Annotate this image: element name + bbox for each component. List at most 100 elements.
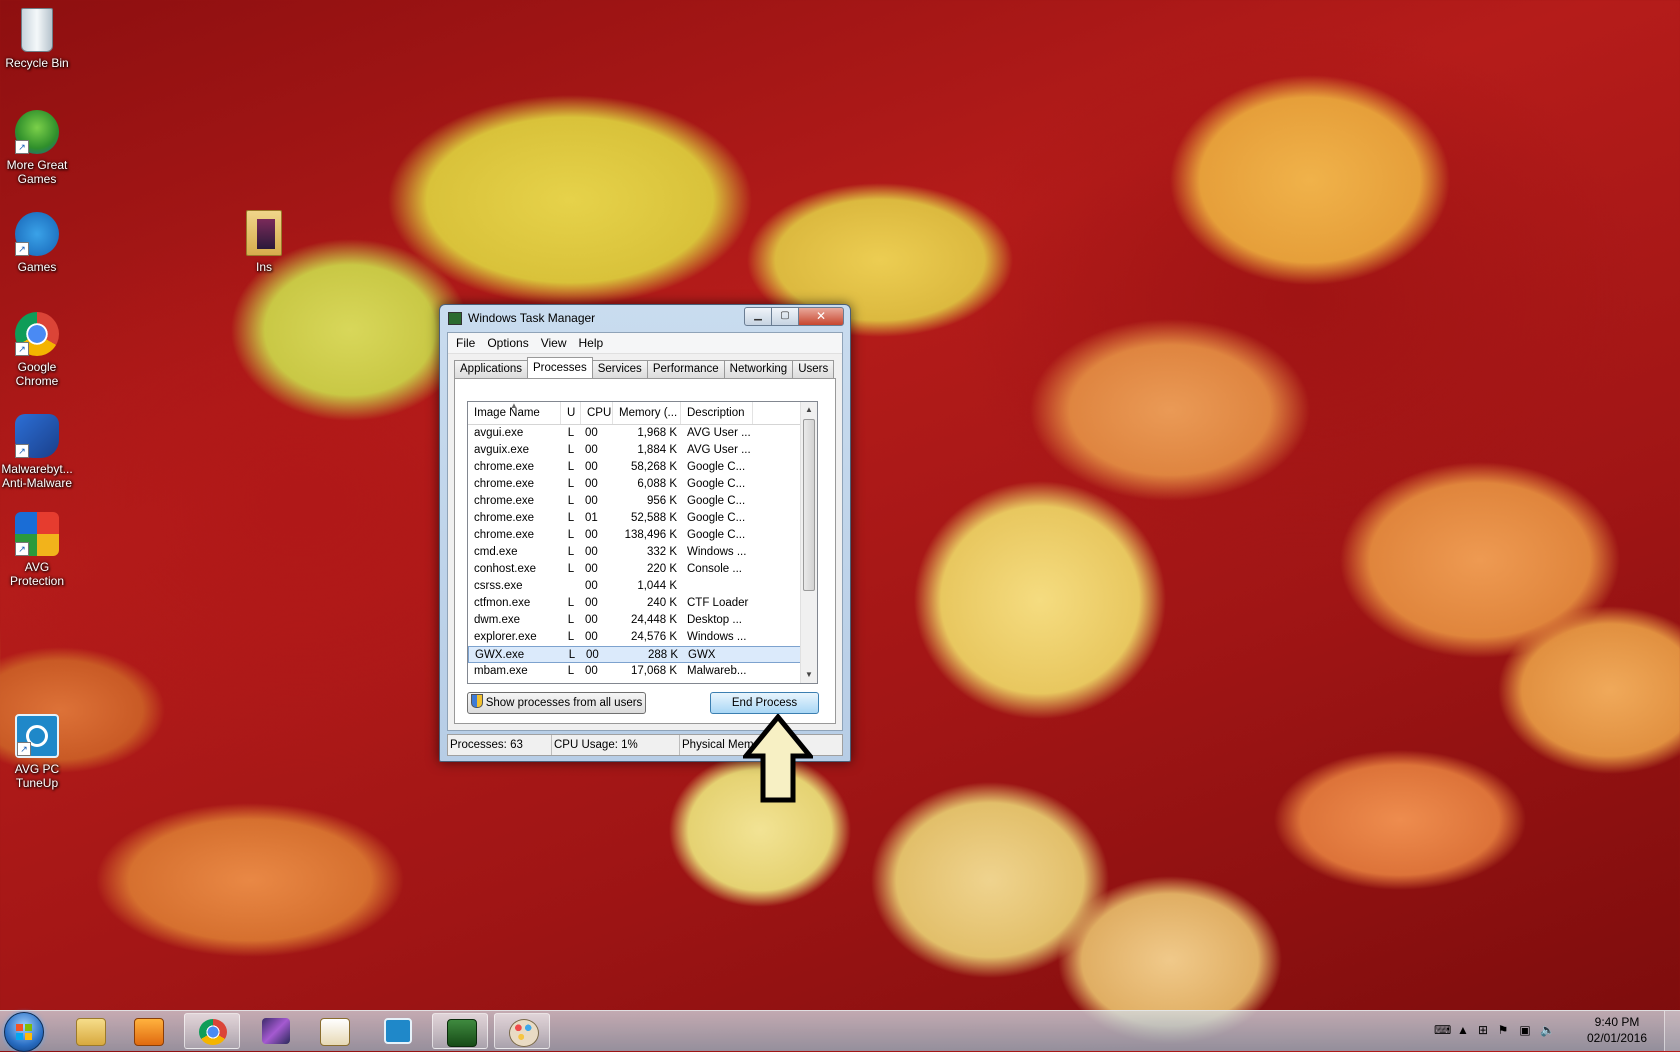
desktop-icon-recycle-bin[interactable]: Recycle Bin	[0, 8, 77, 70]
menu-options[interactable]: Options	[481, 333, 534, 353]
minimize-button[interactable]: ▁	[744, 307, 772, 326]
desktop-icon-malwarebytes[interactable]: ↗ Malwarebyt... Anti-Malware	[0, 414, 77, 490]
tab-services[interactable]: Services	[591, 360, 648, 378]
desktop-icon-ins-folder[interactable]: Ins	[224, 210, 304, 274]
clock[interactable]: 9:40 PM 02/01/2016	[1582, 1014, 1652, 1046]
desktop-icon-more-great-games[interactable]: ↗ More Great Games	[0, 110, 77, 186]
column-user[interactable]: U	[561, 402, 581, 424]
column-description[interactable]: Description	[681, 402, 753, 424]
desktop-icon-google-chrome[interactable]: ↗ Google Chrome	[0, 312, 77, 388]
end-process-button[interactable]: End Process	[710, 692, 819, 714]
table-row[interactable]: chrome.exe L 00 138,496 K Google C...	[468, 527, 801, 544]
action-center-flag-icon[interactable]: ⚑	[1496, 1023, 1510, 1037]
table-row[interactable]: mbam.exe L 00 17,068 K Malwareb...	[468, 663, 801, 680]
desktop-icon-avg-pc-tuneup[interactable]: ↗ AVG PC TuneUp	[0, 714, 77, 790]
table-row[interactable]: avgui.exe L 00 1,968 K AVG User ...	[468, 425, 801, 442]
task-manager-window[interactable]: Windows Task Manager ▁ ▢ ✕ File Options …	[439, 304, 851, 762]
tab-applications[interactable]: Applications	[454, 360, 529, 378]
column-image-name[interactable]: ▲ Image Name	[468, 402, 561, 424]
table-row[interactable]: chrome.exe L 00 956 K Google C...	[468, 493, 801, 510]
table-row[interactable]: chrome.exe L 01 52,588 K Google C...	[468, 510, 801, 527]
process-description: Desktop ...	[687, 614, 742, 626]
show-hidden-icons-icon[interactable]: ▲	[1456, 1023, 1470, 1037]
taskbar-solitaire[interactable]	[306, 1013, 362, 1049]
table-row[interactable]: ctfmon.exe L 00 240 K CTF Loader	[468, 595, 801, 612]
desktop-icon-label: More Great Games	[6, 158, 68, 186]
process-cpu: 00	[585, 614, 598, 626]
vertical-scrollbar[interactable]: ▲ ▼	[800, 402, 817, 683]
scroll-up-arrow-icon[interactable]: ▲	[801, 402, 817, 418]
table-row[interactable]: avguix.exe L 00 1,884 K AVG User ...	[468, 442, 801, 459]
table-row[interactable]: conhost.exe L 00 220 K Console ...	[468, 561, 801, 578]
column-memory[interactable]: Memory (...	[613, 402, 681, 424]
avg-protection-icon: ↗	[15, 512, 59, 556]
process-description: Google C...	[687, 495, 746, 507]
scroll-thumb[interactable]	[803, 419, 815, 591]
process-description: Windows ...	[687, 546, 747, 558]
table-row[interactable]: chrome.exe L 00 6,088 K Google C...	[468, 476, 801, 493]
taskbar-game-app[interactable]	[248, 1013, 304, 1049]
process-memory: 220 K	[646, 563, 677, 575]
process-description: Windows ...	[687, 631, 747, 643]
process-memory: 332 K	[646, 546, 677, 558]
volume-icon[interactable]: 🔈	[1540, 1023, 1555, 1037]
process-user: L	[567, 461, 575, 473]
process-memory: 6,088 K	[637, 478, 677, 490]
keyboard-icon[interactable]: ⌨	[1434, 1023, 1451, 1037]
folder-icon	[76, 1018, 106, 1046]
process-user: L	[567, 631, 575, 643]
menu-help[interactable]: Help	[573, 333, 610, 353]
network-icon[interactable]: ▣	[1518, 1023, 1532, 1037]
process-name: chrome.exe	[474, 529, 535, 541]
title-bar[interactable]: Windows Task Manager ▁ ▢ ✕	[440, 305, 850, 331]
process-cpu: 00	[585, 546, 598, 558]
process-list[interactable]: ▲ Image Name U CPU Memory (... Descripti…	[467, 401, 818, 684]
table-row[interactable]: chrome.exe L 00 58,268 K Google C...	[468, 459, 801, 476]
maximize-button[interactable]: ▢	[771, 307, 799, 326]
taskbar-task-manager[interactable]	[432, 1013, 488, 1049]
close-button[interactable]: ✕	[798, 307, 844, 326]
window-client: File Options View Help Applications Proc…	[447, 332, 843, 731]
uac-shield-icon	[470, 694, 483, 708]
start-button[interactable]	[4, 1012, 44, 1052]
taskbar-explorer[interactable]	[62, 1013, 118, 1049]
process-description: AVG User ...	[687, 427, 751, 439]
desktop-icon-label: Malwarebyt... Anti-Malware	[1, 462, 73, 490]
shortcut-arrow-icon: ↗	[15, 444, 29, 458]
tab-processes[interactable]: Processes	[527, 357, 593, 378]
process-name: avguix.exe	[474, 444, 529, 456]
taskbar-avg-tuneup[interactable]	[370, 1013, 426, 1049]
taskbar-media-player[interactable]	[120, 1013, 176, 1049]
tab-users[interactable]: Users	[792, 360, 835, 378]
shortcut-arrow-icon: ↗	[15, 342, 29, 356]
table-row[interactable]: GWX.exe L 00 288 K GWX	[468, 646, 801, 663]
scroll-down-arrow-icon[interactable]: ▼	[801, 667, 817, 683]
desktop-icon-label: Google Chrome	[15, 360, 59, 388]
tab-performance[interactable]: Performance	[646, 360, 725, 378]
tab-networking[interactable]: Networking	[723, 360, 794, 378]
process-user: L	[567, 427, 575, 439]
menu-file[interactable]: File	[450, 333, 481, 353]
table-row[interactable]: dwm.exe L 00 24,448 K Desktop ...	[468, 612, 801, 629]
task-manager-icon	[447, 1019, 477, 1047]
process-name: chrome.exe	[474, 495, 535, 507]
table-row[interactable]: csrss.exe 00 1,044 K	[468, 578, 801, 595]
process-description: Google C...	[687, 512, 746, 524]
shortcut-arrow-icon: ↗	[15, 242, 29, 256]
process-cpu: 00	[585, 444, 598, 456]
windows-flag-icon[interactable]: ⊞	[1476, 1023, 1490, 1037]
process-description: GWX	[688, 649, 716, 661]
show-desktop-button[interactable]	[1664, 1011, 1680, 1051]
menu-view[interactable]: View	[535, 333, 573, 353]
table-row[interactable]: explorer.exe L 00 24,576 K Windows ...	[468, 629, 801, 646]
process-description: Google C...	[687, 478, 746, 490]
show-all-processes-button[interactable]: Show processes from all users	[467, 692, 646, 714]
column-cpu[interactable]: CPU	[581, 402, 613, 424]
taskbar-chrome[interactable]	[184, 1013, 240, 1049]
desktop-icon-avg-protection[interactable]: ↗ AVG Protection	[0, 512, 77, 588]
desktop-icon-games[interactable]: ↗ Games	[0, 212, 77, 274]
table-row[interactable]: cmd.exe L 00 332 K Windows ...	[468, 544, 801, 561]
windows-logo-icon	[16, 1024, 32, 1040]
taskbar-paint[interactable]	[494, 1013, 550, 1049]
avg-tuneup-icon	[384, 1018, 412, 1044]
